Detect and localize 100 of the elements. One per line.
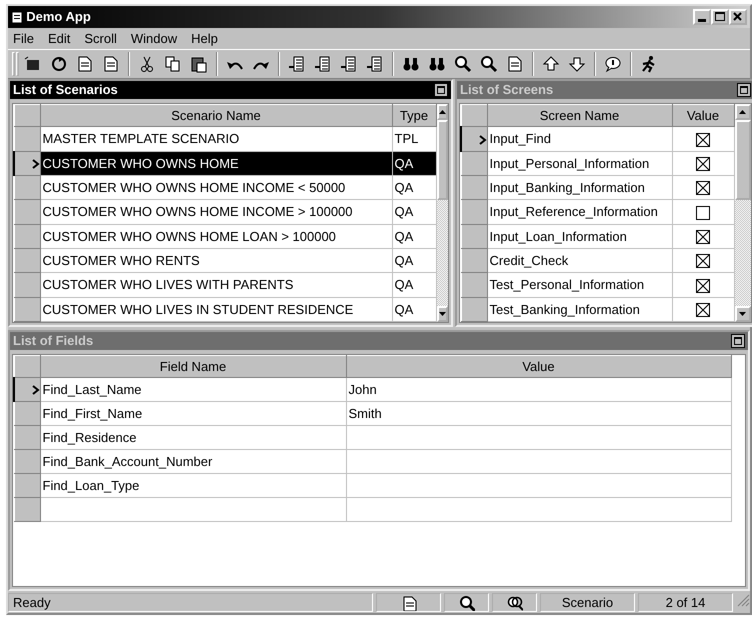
column-header[interactable]: Value <box>346 356 731 378</box>
search-icon <box>454 55 472 73</box>
status-position: 2 of 14 <box>638 593 733 612</box>
maximize-icon <box>734 337 742 345</box>
minimize-icon <box>698 18 706 22</box>
cut-icon <box>138 55 156 73</box>
column-header[interactable]: Screen Name <box>487 104 672 127</box>
maximize-icon <box>740 86 748 94</box>
table-cell: CUSTOMER WHO LIVES WITH PARENTS <box>40 272 392 298</box>
down-arrow-icon <box>739 312 746 316</box>
menu-item[interactable]: Help <box>191 28 218 48</box>
table-cell: Find_Bank_Account_Number <box>40 450 346 474</box>
row-selector[interactable] <box>461 126 487 152</box>
checkbox[interactable] <box>696 230 710 244</box>
table-cell: QA <box>392 297 436 322</box>
down-arrow-icon <box>568 55 586 73</box>
checkbox[interactable] <box>696 132 710 147</box>
checkbox[interactable] <box>696 278 710 293</box>
up-arrow-icon <box>739 110 746 114</box>
checkbox[interactable] <box>696 206 710 220</box>
menu-item[interactable]: File <box>13 28 34 48</box>
table-cell: CUSTOMER WHO OWNS HOME LOAN > 100000 <box>40 224 392 248</box>
column-header[interactable]: Type <box>392 104 436 127</box>
table-cell: QA <box>392 151 436 176</box>
maximize-button[interactable] <box>736 83 750 97</box>
scroll-down-button[interactable] <box>734 306 750 322</box>
checkbox[interactable] <box>696 254 710 268</box>
maximize-icon <box>715 12 725 22</box>
table-cell: Find_Residence <box>40 426 346 450</box>
scroll-up-button[interactable] <box>436 104 448 120</box>
scroll-thumb[interactable] <box>436 120 448 200</box>
binoculars-icon <box>428 55 446 73</box>
row-selector[interactable] <box>14 378 40 402</box>
table-cell: CUSTOMER WHO OWNS HOME INCOME < 50000 <box>40 175 392 200</box>
down-arrow-icon <box>438 312 446 316</box>
scroll-down-button[interactable] <box>436 306 448 322</box>
list-icon <box>314 55 332 73</box>
copy-icon <box>164 55 182 73</box>
refresh-icon <box>50 55 68 73</box>
table-cell: QA <box>392 224 436 248</box>
table-cell: TPL <box>392 126 436 152</box>
maximize-button[interactable] <box>434 83 448 97</box>
table-cell: QA <box>392 272 436 298</box>
checkbox[interactable] <box>696 303 710 318</box>
table-cell: CUSTOMER WHO RENTS <box>40 248 392 273</box>
table-cell: Test_Personal_Information <box>487 272 672 298</box>
table-cell: Input_Banking_Information <box>487 175 672 200</box>
row-pointer-icon <box>478 134 486 145</box>
menu-item[interactable]: Edit <box>48 28 70 48</box>
close-icon <box>733 12 743 22</box>
table-cell: QA <box>392 200 436 224</box>
maximize-button[interactable] <box>731 334 745 348</box>
table-cell: Input_Loan_Information <box>487 224 672 248</box>
panel-title: List of Scenarios <box>13 81 118 100</box>
minimize-button[interactable] <box>693 9 711 25</box>
table-cell: CUSTOMER WHO LIVES IN STUDENT RESIDENCE <box>40 297 392 322</box>
table-cell: Find_First_Name <box>40 402 346 426</box>
list-icon <box>340 55 358 73</box>
table-cell: CUSTOMER WHO OWNS HOME INCOME > 100000 <box>40 200 392 224</box>
table-cell: QA <box>392 248 436 273</box>
checkbox[interactable] <box>696 157 710 172</box>
resize-grip-icon <box>736 593 750 607</box>
table-cell: Find_Last_Name <box>40 378 346 402</box>
row-pointer-icon <box>32 159 39 170</box>
up-arrow-icon <box>542 55 560 73</box>
column-header[interactable]: Scenario Name <box>40 104 392 127</box>
table-cell: Credit_Check <box>487 248 672 273</box>
table-cell: CUSTOMER WHO OWNS HOME <box>40 151 392 176</box>
document-icon <box>506 55 524 73</box>
document-icon <box>102 55 120 73</box>
menu-item[interactable]: Window <box>130 28 178 48</box>
app-icon <box>11 10 23 24</box>
scroll-up-button[interactable] <box>734 104 750 120</box>
search-icon <box>480 55 498 73</box>
panel-title: List of Fields <box>13 332 94 350</box>
row-selector[interactable] <box>14 151 40 176</box>
up-arrow-icon <box>438 110 446 114</box>
row-pointer-icon <box>32 385 39 396</box>
paste-icon <box>190 55 208 73</box>
list-icon <box>366 55 384 73</box>
close-button[interactable] <box>729 9 747 25</box>
column-header[interactable]: Field Name <box>40 356 346 378</box>
status-mode: Scenario <box>540 593 635 612</box>
window-title: Demo App <box>26 8 91 26</box>
column-header[interactable]: Value <box>672 104 734 127</box>
table-cell: John <box>346 378 731 402</box>
table-cell: Find_Loan_Type <box>40 474 346 498</box>
table-cell: Input_Personal_Information <box>487 151 672 176</box>
menu-item[interactable]: Scroll <box>84 28 117 48</box>
binoculars-icon <box>402 55 420 73</box>
checkbox[interactable] <box>696 181 710 196</box>
table-cell: MASTER TEMPLATE SCENARIO <box>40 126 392 152</box>
status-message: Ready <box>8 593 373 612</box>
document-icon <box>76 55 94 73</box>
panel-title: List of Screens <box>460 81 554 100</box>
scroll-thumb[interactable] <box>734 120 750 200</box>
table-cell: Smith <box>346 402 731 426</box>
table-cell: Test_Banking_Information <box>487 297 672 322</box>
folder-icon <box>24 55 42 73</box>
table-cell: QA <box>392 175 436 200</box>
